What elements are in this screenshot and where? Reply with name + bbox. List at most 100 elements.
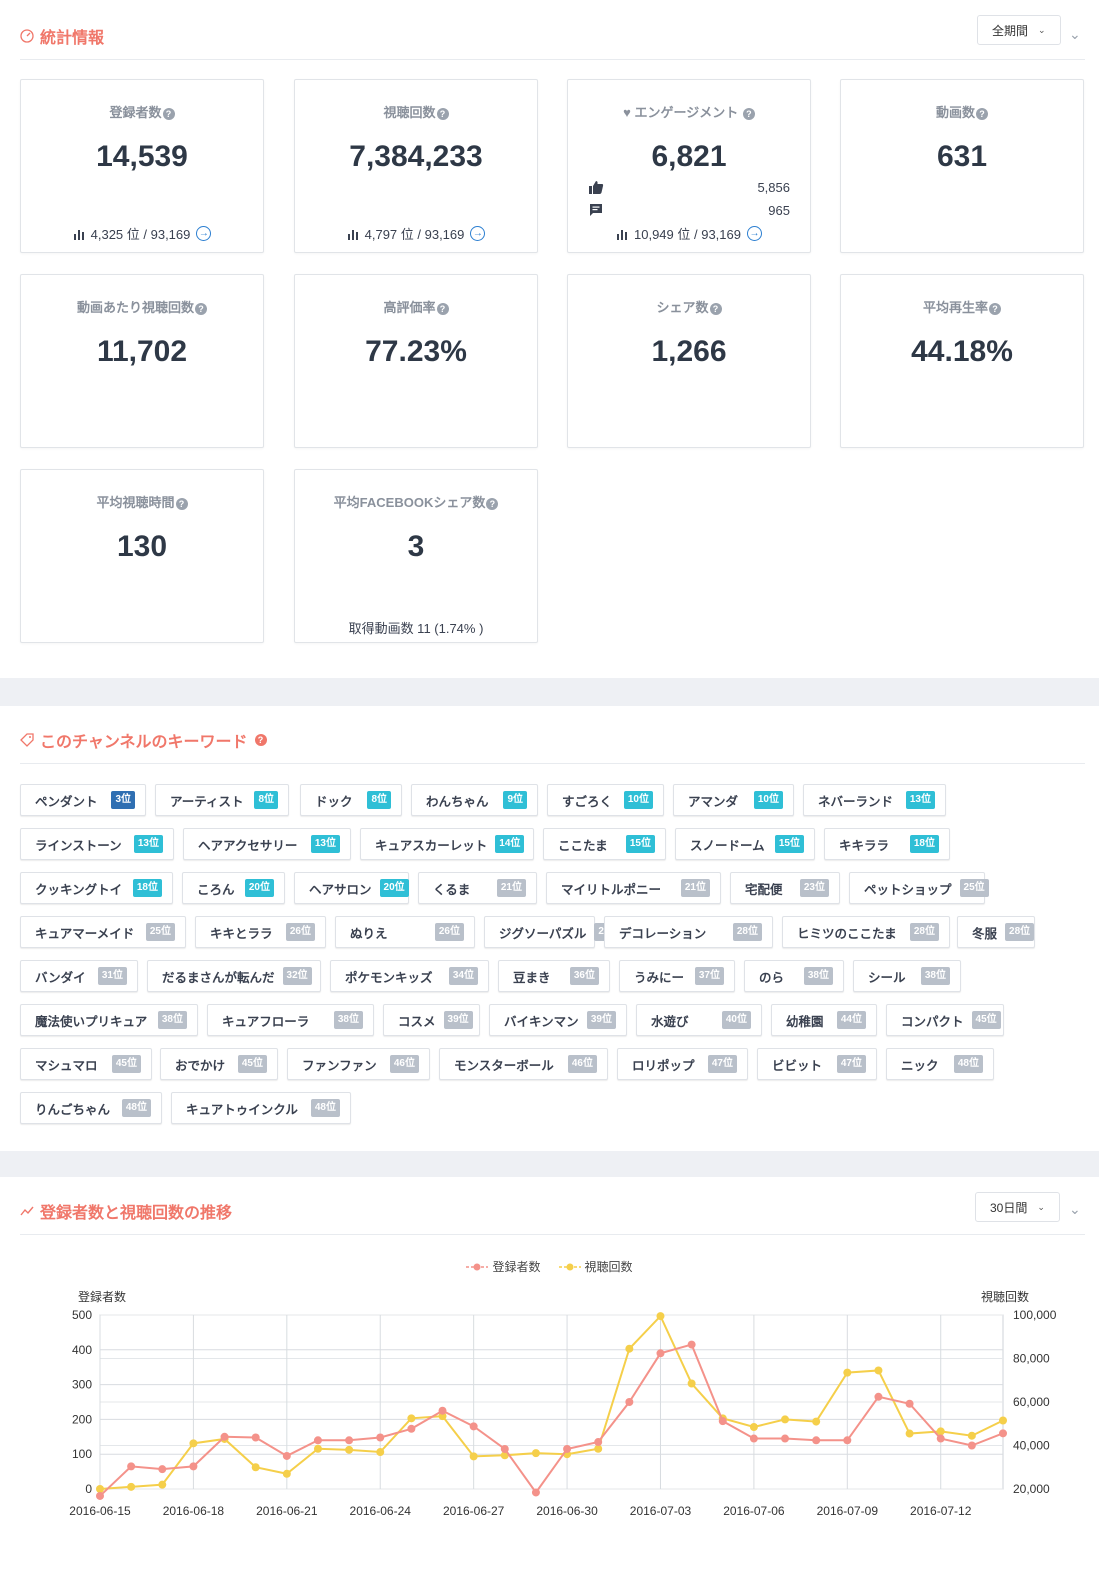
keyword-tag[interactable]: 魔法使いプリキュア 38位 (20, 1004, 198, 1036)
keyword-tag[interactable]: バンダイ 31位 (20, 960, 138, 992)
keyword-tag[interactable]: キュアトゥインクル 48位 (171, 1092, 351, 1124)
keyword-tag[interactable]: キュアスカーレット 14位 (360, 828, 534, 860)
data-point-views (251, 1463, 260, 1472)
keyword-tag[interactable]: ペットショップ 25位 (849, 872, 989, 904)
trend-title: 登録者数と視聴回数の推移 (20, 1199, 232, 1223)
keyword-tag[interactable]: 宅配便 23位 (730, 872, 840, 904)
keyword-tag[interactable]: デコレーション 28位 (604, 916, 773, 948)
arrow-right-circle-icon[interactable]: → (470, 226, 486, 241)
keyword-word: アーティスト (170, 794, 244, 809)
keyword-tag[interactable]: ぬりえ 26位 (335, 916, 475, 948)
keyword-rank-badge: 26位 (434, 923, 464, 941)
keyword-tag[interactable]: 冬服 28位 (957, 916, 1035, 948)
keywords-header: このチャンネルのキーワード ? (20, 706, 1085, 764)
stats-period-dropdown[interactable]: 全期間 ⌄ (977, 15, 1061, 45)
keyword-word: 魔法使いプリキュア (35, 1014, 148, 1029)
keyword-rank-badge: 15位 (625, 835, 655, 853)
data-point-subscribers (251, 1433, 260, 1442)
keyword-tag[interactable]: ビビット 47位 (757, 1048, 877, 1080)
keyword-tag[interactable]: コスメ 39位 (383, 1004, 480, 1036)
keyword-tag[interactable]: ファンファン 46位 (287, 1048, 430, 1080)
help-icon[interactable]: ? (162, 107, 175, 120)
keyword-tag[interactable]: モンスターボール 46位 (439, 1048, 608, 1080)
trend-title-text: 登録者数と視聴回数の推移 (40, 1205, 233, 1222)
data-point-subscribers (718, 1417, 727, 1426)
keyword-tag[interactable]: だるまさんが転んだ 32位 (147, 960, 321, 992)
keyword-word: コスメ (398, 1014, 436, 1029)
data-point-subscribers (313, 1436, 322, 1445)
help-icon[interactable]: ? (989, 302, 1001, 315)
keyword-word: キュアトゥインクル (186, 1102, 298, 1117)
keyword-tag[interactable]: のら 38位 (744, 960, 844, 992)
keyword-tag[interactable]: うみにー 37位 (619, 960, 735, 992)
comment-icon (590, 204, 602, 216)
keyword-tag[interactable]: ヘアアクセサリー 13位 (183, 828, 351, 860)
keyword-tag[interactable]: ジグソーパズル27位 (484, 916, 624, 948)
data-point-subscribers (999, 1429, 1007, 1438)
trend-period-dropdown[interactable]: 30日間 ⌄ (975, 1192, 1060, 1222)
keyword-tag[interactable]: キュアマーメイド 25位 (20, 916, 186, 948)
keyword-tag[interactable]: 豆まき 36位 (498, 960, 610, 992)
stat-label: 動画あたり視聴回数 (76, 300, 194, 315)
keyword-tag[interactable]: キキララ 18位 (824, 828, 950, 860)
keyword-tag[interactable]: ペンダント 3位 (20, 784, 146, 816)
help-icon[interactable]: ? (486, 497, 499, 510)
help-icon[interactable]: ? (709, 302, 722, 315)
data-point-subscribers (127, 1462, 136, 1471)
help-icon[interactable]: ? (976, 107, 988, 120)
keyword-tag[interactable]: クッキングトイ 18位 (20, 872, 173, 904)
keyword-tag[interactable]: ここたま 15位 (543, 828, 666, 860)
help-icon[interactable]: ? (436, 302, 449, 315)
keyword-tag[interactable]: アマンダ 10位 (673, 784, 794, 816)
stat-label: 平均視聴時間 (96, 495, 175, 510)
keyword-tag[interactable]: ヘアサロン 20位 (294, 872, 409, 904)
help-icon[interactable]: ? (254, 734, 267, 746)
keyword-rank-badge: 45位 (111, 1055, 141, 1073)
keyword-tag[interactable]: りんごちゃん 48位 (20, 1092, 162, 1124)
keyword-tag[interactable]: ころん 20位 (182, 872, 285, 904)
collapse-icon[interactable]: ⌄ (1069, 26, 1085, 42)
keyword-tag[interactable]: おでかけ 45位 (160, 1048, 278, 1080)
keyword-tag[interactable]: ネバーランド 13位 (803, 784, 946, 816)
keyword-tag[interactable]: ニック 48位 (886, 1048, 994, 1080)
keyword-tag[interactable]: 幼稚園 44位 (771, 1004, 877, 1036)
data-point-views (376, 1448, 385, 1457)
help-icon[interactable]: ? (436, 107, 449, 120)
keyword-tag[interactable]: わんちゃん 9位 (411, 784, 538, 816)
keyword-tag[interactable]: アーティスト 8位 (155, 784, 289, 816)
keyword-tag[interactable]: コンパクト 45位 (886, 1004, 1004, 1036)
legend-item-views[interactable]: 視聴回数 (558, 1258, 633, 1275)
keyword-tag[interactable]: ロリポップ 47位 (617, 1048, 748, 1080)
keyword-tag[interactable]: ドック 8位 (300, 784, 402, 816)
keyword-word: すごろく (562, 794, 613, 809)
legend-item-subscribers[interactable]: 登録者数 (466, 1258, 541, 1275)
keyword-rank-badge: 28位 (1005, 923, 1035, 941)
arrow-right-circle-icon[interactable]: → (746, 226, 762, 241)
keyword-rank-badge: 46位 (567, 1055, 597, 1073)
keyword-tag[interactable]: ヒミツのここたま 28位 (782, 916, 950, 948)
help-icon[interactable]: ? (742, 107, 755, 120)
keyword-tag[interactable]: スノードーム 15位 (675, 828, 815, 860)
keyword-word: ころん (197, 882, 235, 897)
x-tick-label: 2016-07-03 (630, 1504, 692, 1518)
help-icon[interactable]: ? (195, 302, 207, 315)
arrow-right-circle-icon[interactable]: → (196, 226, 212, 241)
keyword-tag[interactable]: 水遊び 40位 (636, 1004, 762, 1036)
help-icon[interactable]: ? (175, 497, 188, 510)
keyword-tag[interactable]: マシュマロ 45位 (20, 1048, 152, 1080)
keyword-tag[interactable]: すごろく 10位 (547, 784, 664, 816)
keyword-tag[interactable]: バイキンマン 39位 (489, 1004, 627, 1036)
keyword-tag[interactable]: シール 38位 (853, 960, 961, 992)
keyword-tag[interactable]: ポケモンキッズ 34位 (330, 960, 489, 992)
keyword-tag[interactable]: キュアフローラ 38位 (207, 1004, 374, 1036)
collapse-icon[interactable]: ⌄ (1069, 1201, 1085, 1217)
comments-count: 965 (768, 202, 790, 218)
keyword-tag[interactable]: ラインストーン 13位 (20, 828, 174, 860)
keyword-tag[interactable]: くるま 21位 (418, 872, 537, 904)
keyword-rank-badge: 44位 (836, 1011, 866, 1029)
keyword-tag[interactable]: キキとララ 26位 (195, 916, 326, 948)
keyword-tag[interactable]: マイリトルポニー 21位 (546, 872, 721, 904)
keyword-word: キュアスカーレット (375, 838, 488, 853)
keyword-rank-badge: 32位 (282, 967, 312, 985)
stat-card-subscribers: 登録者数? 14,539 4,325 位 / 93,169 → (20, 79, 264, 253)
